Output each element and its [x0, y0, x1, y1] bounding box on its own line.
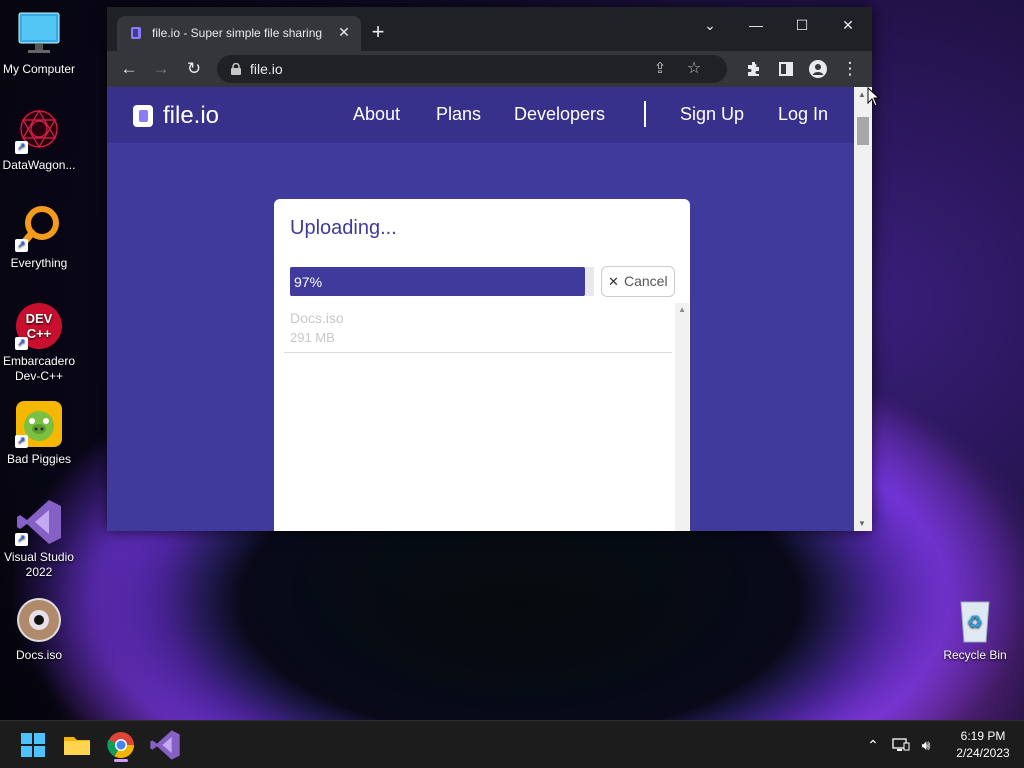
- cancel-button[interactable]: ✕ Cancel: [601, 266, 675, 297]
- clock-time[interactable]: 6:19 PM: [945, 729, 1021, 743]
- maximize-button[interactable]: ☐: [779, 11, 825, 39]
- file-list: Docs.iso 291 MB ▲: [284, 303, 689, 531]
- svg-text:♻: ♻: [967, 612, 983, 633]
- shortcut-arrow-icon: ↗: [15, 337, 28, 350]
- desktop-icon-recycle-bin[interactable]: ♻ Recycle Bin: [936, 596, 1014, 663]
- chrome-icon[interactable]: [105, 729, 137, 762]
- desktop-icon-label: Bad Piggies: [6, 452, 72, 466]
- file-name: Docs.iso: [290, 310, 344, 326]
- logo-text: file.io: [163, 102, 220, 129]
- side-panel-icon[interactable]: [774, 57, 798, 81]
- mouse-cursor-icon: [867, 86, 881, 112]
- start-windows-icon[interactable]: [17, 729, 49, 761]
- browser-toolbar: ← → ↻ file.io ⇪ ☆ ⋮: [107, 51, 872, 87]
- nav-log-in[interactable]: Log In: [778, 104, 828, 125]
- desktop-icon-label: Docs.iso: [15, 648, 62, 662]
- close-tab-icon[interactable]: ✕: [335, 23, 353, 41]
- devcpp-icon: DEV C++ ↗: [15, 302, 63, 350]
- fileio-logo-icon: [131, 104, 155, 128]
- fileio-favicon-icon: [129, 26, 143, 40]
- reload-icon[interactable]: ↻: [182, 57, 206, 81]
- upload-title: Uploading...: [290, 217, 397, 239]
- extensions-icon[interactable]: [742, 57, 766, 81]
- scroll-up-arrow-icon[interactable]: ▲: [678, 305, 686, 314]
- magnifier-icon: ↗: [15, 204, 63, 252]
- desktop-icon-label: Embarcadero Dev-C++: [2, 354, 76, 383]
- clock-date[interactable]: 2/24/2023: [945, 746, 1021, 760]
- lock-icon: [231, 62, 241, 75]
- bookmark-star-icon[interactable]: ☆: [683, 58, 705, 80]
- recycle-bin-icon: ♻: [951, 596, 999, 644]
- taskbar: ⌃ 🔊︎ 6:19 PM 2/24/2023: [0, 720, 1024, 768]
- nav-developers[interactable]: Developers: [514, 104, 605, 125]
- profile-icon[interactable]: [806, 57, 830, 81]
- disc-icon: [15, 596, 63, 644]
- scrollbar-thumb[interactable]: [857, 117, 869, 145]
- progress-percent: 97%: [294, 274, 323, 290]
- chevron-up-icon[interactable]: ⌃: [863, 735, 883, 755]
- file-list-scrollbar[interactable]: ▲: [675, 303, 689, 531]
- file-explorer-icon[interactable]: [61, 729, 93, 761]
- progress-fill: [290, 267, 585, 296]
- svg-text:C++: C++: [27, 326, 52, 341]
- forward-icon[interactable]: →: [149, 57, 173, 81]
- desktop-icon-bad-piggies[interactable]: ↗ Bad Piggies: [0, 400, 78, 467]
- desktop-icon-devcpp[interactable]: DEV C++ ↗ Embarcadero Dev-C++: [0, 302, 78, 384]
- browser-window: file.io - Super simple file sharing ✕ + …: [107, 7, 872, 531]
- svg-text:DEV: DEV: [26, 311, 53, 326]
- visual-studio-taskbar-icon[interactable]: [149, 729, 181, 761]
- close-window-button[interactable]: ✕: [825, 11, 871, 39]
- desktop-icon-label: Recycle Bin: [943, 648, 1007, 662]
- monitor-icon: [15, 10, 63, 58]
- desktop-icon-label: Visual Studio 2022: [4, 550, 74, 579]
- datawagon-icon: ↗: [15, 106, 63, 154]
- share-icon[interactable]: ⇪: [649, 58, 671, 80]
- back-icon[interactable]: ←: [117, 57, 141, 81]
- tab-strip: file.io - Super simple file sharing ✕ + …: [107, 7, 872, 51]
- visual-studio-icon: ↗: [15, 498, 63, 546]
- desktop-icon-label: Everything: [10, 256, 68, 270]
- active-app-indicator: [114, 759, 128, 762]
- new-tab-button[interactable]: +: [367, 21, 389, 43]
- scroll-up-arrow-icon[interactable]: ▲: [858, 90, 866, 99]
- address-bar[interactable]: file.io ⇪ ☆: [217, 55, 727, 83]
- desktop-icon-docs-iso[interactable]: Docs.iso: [0, 596, 78, 663]
- tab-search-icon[interactable]: ⌄: [687, 11, 733, 39]
- desktop-icon-label: My Computer: [2, 62, 76, 76]
- tab-fileio[interactable]: file.io - Super simple file sharing ✕: [117, 16, 361, 51]
- upload-card: Uploading... 97% ✕ Cancel Docs.iso 291 M…: [274, 199, 690, 531]
- page-viewport: file.io About Plans Developers Sign Up L…: [107, 87, 854, 531]
- shortcut-arrow-icon: ↗: [15, 239, 28, 252]
- upload-progress-bar: 97%: [290, 267, 594, 296]
- close-icon: ✕: [608, 274, 619, 289]
- shortcut-arrow-icon: ↗: [15, 435, 28, 448]
- bad-piggies-icon: ↗: [15, 400, 63, 448]
- desktop-icon-label: DataWagon...: [2, 158, 76, 172]
- url-text: file.io: [250, 61, 283, 77]
- tab-title: file.io - Super simple file sharing: [152, 26, 323, 40]
- shortcut-arrow-icon: ↗: [15, 141, 28, 154]
- minimize-button[interactable]: —: [733, 11, 779, 39]
- nav-sign-up[interactable]: Sign Up: [680, 104, 744, 125]
- desktop-icon-my-computer[interactable]: My Computer: [0, 10, 78, 77]
- site-header: file.io About Plans Developers Sign Up L…: [107, 87, 854, 143]
- list-item: Docs.iso 291 MB: [284, 307, 672, 353]
- cancel-label: Cancel: [624, 273, 668, 289]
- desktop-icon-everything[interactable]: ↗ Everything: [0, 204, 78, 271]
- network-icon[interactable]: [891, 735, 911, 755]
- scroll-down-arrow-icon[interactable]: ▼: [858, 519, 866, 528]
- menu-kebab-icon[interactable]: ⋮: [838, 57, 862, 81]
- shortcut-arrow-icon: ↗: [15, 533, 28, 546]
- desktop-icon-visual-studio[interactable]: ↗ Visual Studio 2022: [0, 498, 78, 580]
- file-size: 291 MB: [290, 330, 335, 345]
- page-scrollbar[interactable]: ▲ ▼: [854, 87, 872, 531]
- nav-divider: [644, 101, 646, 127]
- desktop-icon-datawagon[interactable]: ↗ DataWagon...: [0, 106, 78, 173]
- nav-plans[interactable]: Plans: [436, 104, 481, 125]
- nav-about[interactable]: About: [353, 104, 400, 125]
- volume-icon[interactable]: 🔊︎: [916, 735, 936, 755]
